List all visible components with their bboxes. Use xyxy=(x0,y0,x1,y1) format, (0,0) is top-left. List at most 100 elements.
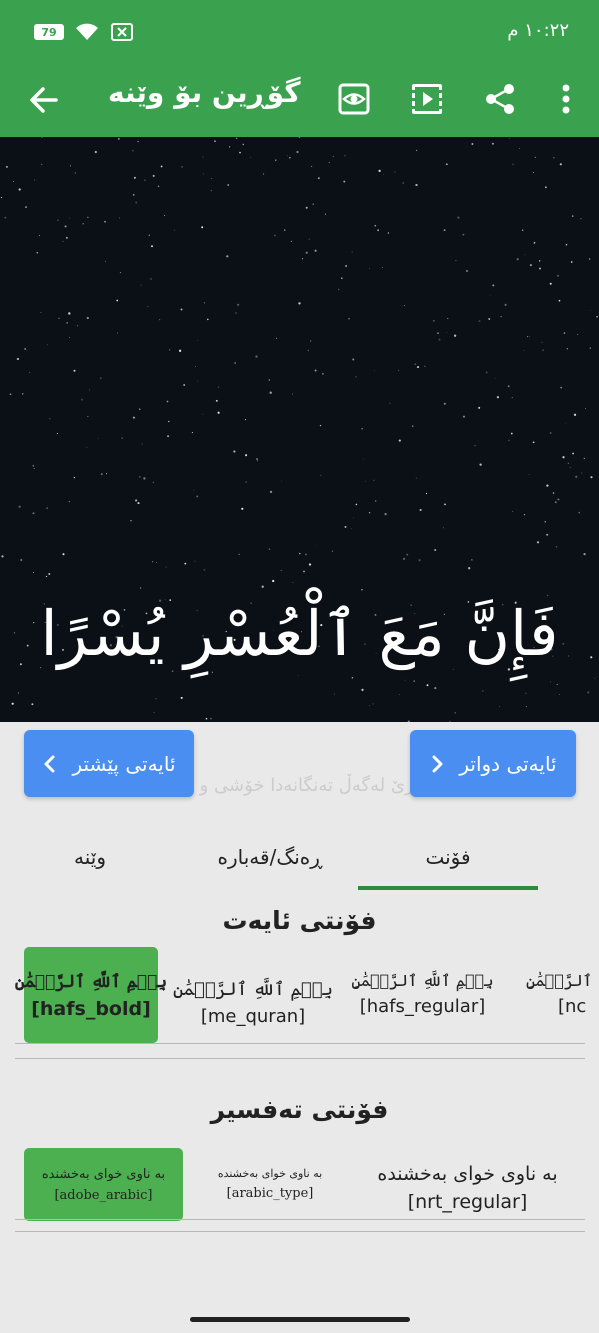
verse-preview: فَإِنَّ مَعَ ٱلْعُسْرِ يُسْرًا xyxy=(0,137,599,722)
star xyxy=(578,511,581,514)
font-option-me-quran[interactable]: بِسۡمِ ٱللَّهِ ٱلرَّحۡمَٰنِ [me_quran] xyxy=(168,962,338,1044)
star xyxy=(454,712,456,714)
star xyxy=(99,377,102,380)
font-name: [hafs_bold] xyxy=(31,997,151,1020)
star xyxy=(307,349,310,352)
star xyxy=(319,424,322,427)
star xyxy=(478,406,481,409)
star xyxy=(211,178,213,179)
star xyxy=(324,213,326,215)
back-arrow-icon[interactable] xyxy=(24,80,64,120)
star xyxy=(169,349,171,351)
star xyxy=(269,391,272,394)
star xyxy=(135,499,138,502)
star xyxy=(239,151,241,154)
star xyxy=(532,171,535,173)
font-option-hafs-regular[interactable]: بِسۡمِ ٱللَّهِ ٱلرَّحۡمَٰنِ [hafs_regula… xyxy=(345,954,500,1034)
star xyxy=(1,555,4,558)
star xyxy=(308,563,312,566)
next-ayah-button[interactable]: ئایەتی دواتر xyxy=(410,730,576,797)
star xyxy=(210,717,212,720)
star xyxy=(471,559,473,561)
status-time: ١٠:٢٢ م xyxy=(507,20,569,41)
star xyxy=(478,320,481,323)
font-option-nc[interactable]: ٱلرَّحۡمَٰنِ [nc xyxy=(526,954,599,1034)
star xyxy=(305,251,308,254)
star xyxy=(340,277,343,280)
star xyxy=(583,457,585,460)
star xyxy=(68,312,71,315)
star xyxy=(26,349,28,351)
star xyxy=(94,150,97,154)
star xyxy=(491,142,494,145)
previous-ayah-label: ئایەتی پێشتر xyxy=(72,751,176,776)
star xyxy=(344,525,347,528)
settings-tabs: فۆنت ڕەنگ/قەبارە وێنە xyxy=(0,822,599,892)
star xyxy=(155,698,157,700)
font-option-arabic-type[interactable]: بە ناوی خوای بەخشندە [arabic_type] xyxy=(200,1154,340,1214)
star xyxy=(565,244,568,246)
star xyxy=(384,512,387,516)
font-option-nrt-regular[interactable]: بە ناوی خوای بەخشندە [nrt_regular] xyxy=(355,1154,580,1222)
share-icon[interactable] xyxy=(480,78,522,120)
star xyxy=(214,140,216,143)
star xyxy=(557,275,559,277)
font-name: [nrt_regular] xyxy=(407,1191,528,1213)
star xyxy=(434,548,437,552)
star xyxy=(210,190,212,192)
star xyxy=(235,312,237,314)
star xyxy=(403,305,405,307)
star xyxy=(25,206,27,208)
font-option-hafs-bold[interactable]: بِسۡمِ ٱللَّهِ ٱلرَّحۡمَٰنِ [hafs_bold] xyxy=(15,947,167,1043)
preview-eye-icon[interactable] xyxy=(333,78,375,120)
app-bar: گۆڕین بۆ وێنە xyxy=(0,62,599,137)
more-vert-icon[interactable] xyxy=(545,78,587,120)
divider xyxy=(15,1231,585,1232)
star xyxy=(572,452,574,455)
page-title: گۆڕین بۆ وێنە xyxy=(108,76,301,109)
star xyxy=(238,553,240,556)
star xyxy=(372,703,374,705)
star xyxy=(352,358,355,361)
tab-font[interactable]: فۆنت xyxy=(358,822,538,892)
star xyxy=(444,503,446,506)
star xyxy=(369,268,370,269)
star xyxy=(34,179,36,181)
star xyxy=(571,215,574,217)
tafsir-font-heading: فۆنتی تەفسیر xyxy=(210,1095,389,1124)
font-sample: بِسۡمِ ٱللَّهِ ٱلرَّحۡمَٰنِ xyxy=(351,971,494,990)
star xyxy=(100,473,103,476)
star xyxy=(488,318,491,320)
star xyxy=(299,552,301,555)
star xyxy=(118,138,120,140)
control-panel: بەراستی هاوڕێ لەگەڵ تەنگانەدا خۆشی و ئاس… xyxy=(0,722,599,1310)
star xyxy=(106,473,108,475)
tab-image[interactable]: وێنە xyxy=(20,822,160,892)
star xyxy=(245,481,247,483)
star xyxy=(453,334,457,337)
star xyxy=(56,432,58,435)
star xyxy=(437,332,439,335)
star xyxy=(269,490,273,494)
star xyxy=(36,251,39,254)
star xyxy=(133,176,136,179)
star xyxy=(24,348,26,350)
video-icon[interactable] xyxy=(406,78,448,120)
star xyxy=(193,489,195,491)
star xyxy=(20,559,23,561)
star xyxy=(516,258,519,261)
star xyxy=(361,428,363,430)
star xyxy=(596,315,598,318)
star xyxy=(374,224,377,227)
star xyxy=(33,468,35,470)
previous-ayah-button[interactable]: ئایەتی پێشتر xyxy=(24,730,194,797)
font-option-adobe-arabic[interactable]: بە ناوی خوای بەخشندە [adobe_arabic] xyxy=(24,1148,183,1221)
star xyxy=(308,238,310,240)
star xyxy=(425,492,428,495)
star xyxy=(104,260,107,262)
star xyxy=(415,477,417,479)
star xyxy=(510,432,513,435)
tab-color-size[interactable]: ڕەنگ/قەبارە xyxy=(190,822,350,892)
star xyxy=(166,400,169,403)
battery-icon: 79 xyxy=(34,24,64,40)
